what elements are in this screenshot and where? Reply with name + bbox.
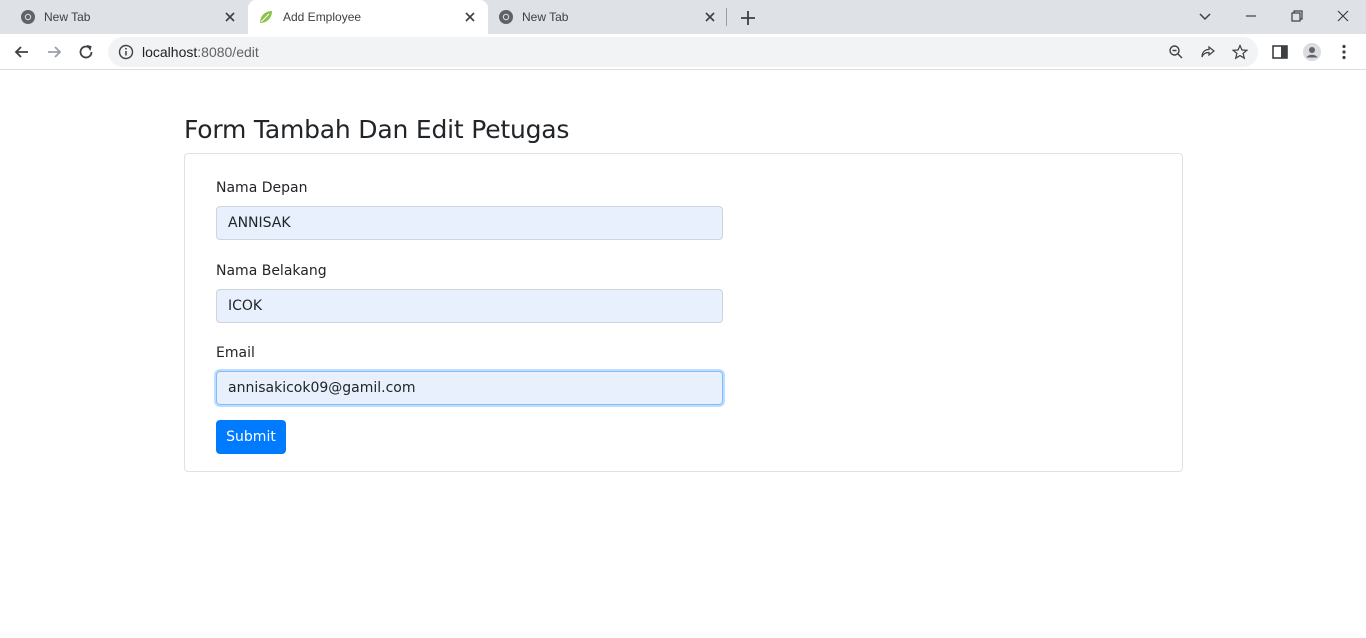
bookmark-star-icon[interactable] [1232,44,1248,60]
spring-leaf-icon [260,11,272,23]
tab-add-employee[interactable]: Add Employee [248,0,488,34]
tab-title: New Tab [522,10,569,24]
chrome-icon [499,10,513,24]
last-name-label: Nama Belakang [216,263,327,279]
last-name-field[interactable] [216,289,723,323]
info-icon[interactable] [118,44,134,60]
share-icon[interactable] [1200,44,1216,60]
tab-title: Add Employee [283,10,362,24]
browser-toolbar: localhost:8080/edit [0,34,1366,70]
tab-new-tab-2[interactable]: New Tab [488,0,728,34]
zoom-icon[interactable] [1168,44,1184,60]
form-card: Nama Depan Nama Belakang Email Submit [184,153,1183,472]
submit-button[interactable]: Submit [216,420,286,454]
close-icon[interactable] [222,9,238,25]
first-name-label: Nama Depan [216,180,308,196]
back-arrow-icon[interactable] [12,42,32,62]
tab-strip: New Tab Add Employee New Tab [0,0,1366,34]
tab-search-chevron-icon[interactable] [1195,6,1215,26]
reload-icon[interactable] [76,42,96,62]
first-name-field[interactable] [216,206,723,240]
email-label: Email [216,345,255,361]
forward-arrow-icon[interactable] [44,42,64,62]
menu-kebab-icon[interactable] [1334,42,1354,62]
side-panel-icon[interactable] [1270,42,1290,62]
url-host: localhost [142,44,198,60]
new-tab-plus-icon[interactable] [738,8,758,28]
tab-new-tab-1[interactable]: New Tab [0,0,248,34]
close-icon[interactable] [702,9,718,25]
email-field[interactable] [216,371,723,405]
page-title: Form Tambah Dan Edit Petugas [184,115,570,144]
minimize-icon[interactable] [1241,6,1261,26]
url-path: :8080/edit [197,44,259,60]
restore-icon[interactable] [1287,6,1307,26]
close-icon[interactable] [462,9,478,25]
url-text: localhost:8080/edit [142,44,259,60]
tab-divider [726,8,727,26]
close-window-icon[interactable] [1333,6,1353,26]
address-bar[interactable]: localhost:8080/edit [108,37,1258,67]
tab-title: New Tab [44,10,91,24]
chrome-icon [21,10,35,24]
profile-avatar-icon[interactable] [1302,42,1322,62]
